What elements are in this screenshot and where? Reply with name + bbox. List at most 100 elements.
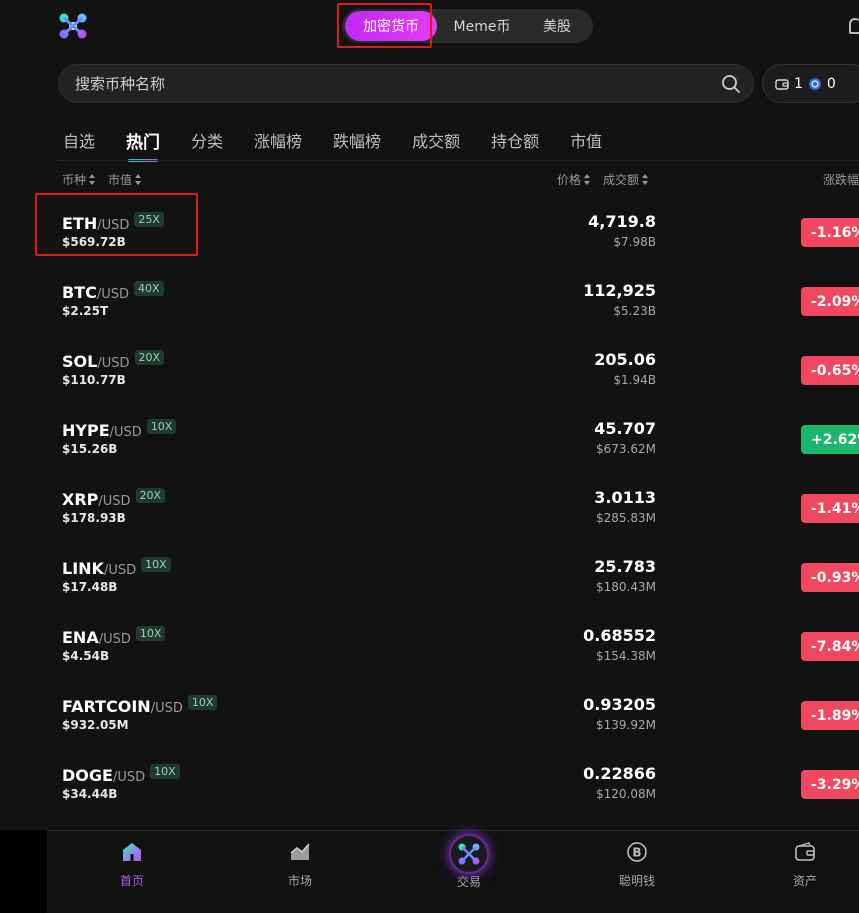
sort-volume[interactable]: 成交额 [603,171,649,188]
tab-category[interactable]: 分类 [191,128,223,153]
row-market-cap: $178.93B [62,511,126,525]
row-volume: $1.94B [613,373,656,387]
tab-gainers[interactable]: 涨幅榜 [254,128,302,153]
row-change-badge: -1.89% [801,701,859,730]
row-market-cap: $932.05M [62,718,129,732]
search-input[interactable] [75,74,675,93]
tab-watchlist[interactable]: 自选 [63,128,95,153]
table-row[interactable]: DOGE/USD 10X $34.44B 0.22866 $120.08M -3.… [58,764,859,833]
leverage-badge: 10X [146,419,177,434]
coin-icon [808,77,821,90]
nav-market[interactable]: 市场 [260,841,340,889]
nav-home[interactable]: 首页 [92,841,172,889]
left-margin [0,0,47,913]
table-row[interactable]: XRP/USD 20X $178.93B 3.0113 $285.83M -1.4… [58,488,859,557]
nav-assets-label: 资产 [792,874,817,888]
row-price: 0.93205 [583,695,656,714]
sort-market-cap[interactable]: 市值 [108,171,142,188]
svg-text:B: B [632,846,641,860]
leverage-badge: 10X [187,695,218,710]
row-market-cap: $110.77B [62,373,126,387]
leverage-badge: 25X [134,212,164,227]
sort-symbol[interactable]: 币种 [62,171,96,188]
table-row[interactable]: HYPE/USD 10X $15.26B 45.707 $673.62M +2.6… [58,419,859,488]
search-icon[interactable] [721,74,741,94]
market-segment-switch: 加密货币 Meme币 美股 [342,9,593,43]
nav-trade-label: 交易 [456,875,481,889]
col-volume-label: 成交额 [603,173,640,187]
row-price: 0.22866 [583,764,656,783]
row-symbol: ENA/USD 10X [62,626,166,647]
tab-volume[interactable]: 成交额 [412,128,460,153]
row-symbol: DOGE/USD 10X [62,764,180,785]
tab-hot[interactable]: 热门 [126,128,160,162]
wallet-count-b: 0 [826,75,836,92]
row-price: 45.707 [594,419,656,438]
row-volume: $139.92M [596,718,656,732]
nav-home-label: 首页 [119,874,144,888]
segment-us-stocks[interactable]: 美股 [527,9,587,43]
row-change-badge: -1.41% [801,494,859,523]
segment-crypto[interactable]: 加密货币 [345,11,437,41]
sort-change[interactable]: 涨跌幅 [823,171,859,188]
col-price-label: 价格 [557,173,582,187]
row-volume: $7.98B [613,235,656,249]
row-change-badge: -1.16% [801,218,859,247]
table-row[interactable]: ENA/USD 10X $4.54B 0.68552 $154.38M -7.84… [58,626,859,695]
tab-losers[interactable]: 跌幅榜 [333,128,381,153]
row-volume: $285.83M [596,511,656,525]
leverage-badge: 20X [135,488,166,503]
row-price: 112,925 [583,281,656,300]
row-change-badge: -0.65% [801,356,859,385]
app-logo-icon [59,13,87,39]
leverage-badge: 10X [141,557,171,572]
row-volume: $154.38M [596,649,656,663]
wallet-icon [795,842,815,861]
sort-icon [89,174,96,185]
nav-smart-money-label: 聪明钱 [618,874,655,888]
notification-icon[interactable] [849,18,859,34]
col-symbol-label: 币种 [62,173,87,187]
wallet-icon [775,78,789,90]
row-market-cap: $569.72B [62,235,126,249]
home-icon [123,843,141,861]
tab-open-interest[interactable]: 持仓额 [491,128,539,153]
row-price: 0.68552 [583,626,656,645]
table-row[interactable]: FARTCOIN/USD 10X $932.05M 0.93205 $139.92… [58,695,859,764]
row-symbol: LINK/USD 10X [62,557,171,578]
bottom-left-margin [0,830,47,913]
nav-trade[interactable]: 交易 [429,834,509,890]
wallet-summary[interactable]: 1 0 [762,64,859,103]
segment-meme[interactable]: Meme币 [437,9,527,43]
nav-smart-money[interactable]: B 聪明钱 [597,841,677,889]
row-change-badge: -3.29% [801,770,859,799]
table-row[interactable]: SOL/USD20X $110.77B 205.06 $1.94B -0.65% [58,350,859,419]
trade-button[interactable] [449,834,489,874]
category-tabs: 自选 热门 分类 涨幅榜 跌幅榜 成交额 持仓额 市值 [63,128,633,162]
search-bar [58,64,754,103]
tabs-divider [58,160,859,161]
row-change-badge: -0.93% [801,563,859,592]
bottom-nav: 首页 市场 交易 B 聪明钱 资产 [47,830,859,913]
tab-market-cap[interactable]: 市值 [570,128,602,153]
row-market-cap: $15.26B [62,442,118,456]
col-mcap-label: 市值 [108,173,133,187]
table-row[interactable]: BTC/USD40X $2.25T 112,925 $5.23B -2.09% [58,281,859,350]
row-volume: $673.62M [596,442,656,456]
row-market-cap: $4.54B [62,649,110,663]
sort-icon [135,174,142,185]
table-row[interactable]: ETH/USD 25X $569.72B 4,719.8 $7.98B -1.16… [58,212,859,281]
leverage-badge: 40X [134,281,164,296]
nav-market-label: 市场 [287,874,312,888]
row-symbol: ETH/USD 25X [62,212,164,233]
sort-price[interactable]: 价格 [557,171,591,188]
row-market-cap: $34.44B [62,787,118,801]
table-row[interactable]: LINK/USD 10X $17.48B 25.783 $180.43M -0.9… [58,557,859,626]
bitcoin-icon: B [627,842,647,862]
row-price: 25.783 [594,557,656,576]
trade-icon [458,843,480,865]
nav-assets[interactable]: 资产 [765,841,845,889]
leverage-badge: 20X [134,350,165,365]
row-market-cap: $2.25T [62,304,109,318]
row-symbol: BTC/USD 40X [62,281,164,302]
